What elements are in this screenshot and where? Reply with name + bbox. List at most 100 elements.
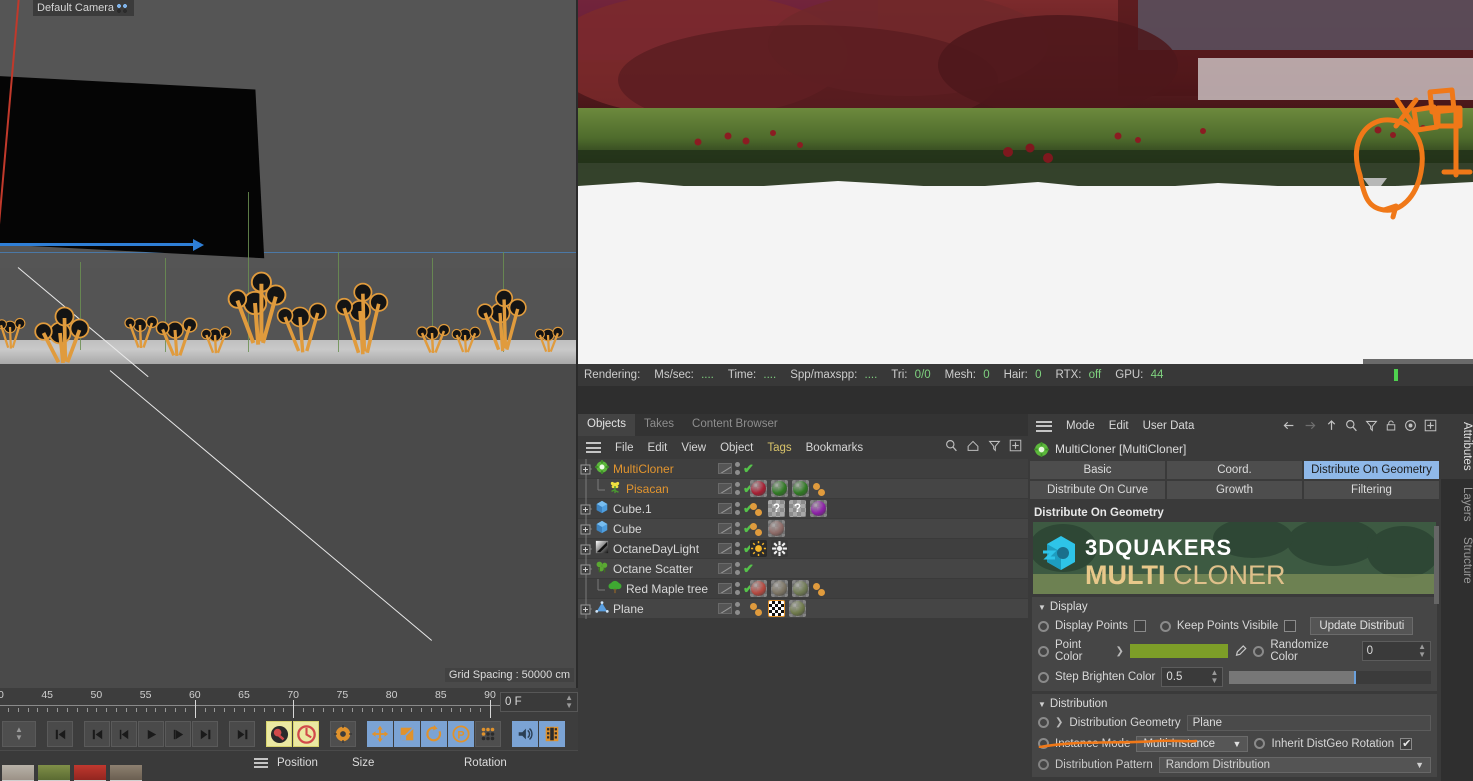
- object-name[interactable]: Red Maple tree: [608, 580, 708, 597]
- scale-key-button[interactable]: [394, 721, 420, 747]
- search-icon[interactable]: [945, 439, 958, 452]
- tab-takes[interactable]: Takes: [635, 414, 683, 436]
- object-manager-tabs[interactable]: Objects Takes Content Browser: [578, 414, 1028, 436]
- object-row-cube[interactable]: Cube ✔: [578, 519, 1028, 539]
- menu-file[interactable]: File: [615, 442, 634, 454]
- back-arrow-icon[interactable]: [1281, 419, 1296, 432]
- vertical-tab-structure[interactable]: Structure: [1441, 529, 1473, 592]
- menu-object[interactable]: Object: [720, 442, 753, 454]
- octane-render-viewport[interactable]: Rendering: Ms/sec: .... Time: .... Spp/maxs…: [578, 0, 1473, 386]
- object-visibility-controls[interactable]: ✔: [718, 519, 754, 538]
- visibility-dots[interactable]: [735, 562, 740, 575]
- object-row-multicloner[interactable]: MultiCloner ✔: [578, 459, 1028, 479]
- object-row-plane[interactable]: Plane: [578, 599, 1028, 619]
- attribute-tab-group[interactable]: Basic Coord. Distribute On Geometry Distri…: [1028, 460, 1441, 502]
- object-visibility-controls[interactable]: ✔: [718, 539, 754, 558]
- rotation-key-button[interactable]: [421, 721, 447, 747]
- layer-swatch[interactable]: [718, 463, 732, 474]
- attribute-tabs-row-1[interactable]: Basic Coord. Distribute On Geometry: [1030, 461, 1439, 479]
- lock-icon[interactable]: [1385, 419, 1397, 432]
- animate-knob-icon[interactable]: [1038, 645, 1049, 657]
- attr-tab-coord-[interactable]: Coord.: [1167, 461, 1302, 479]
- filter-icon[interactable]: [988, 439, 1001, 452]
- object-row-pisacan[interactable]: Pisacan ✔: [578, 479, 1028, 499]
- distribution-geometry-row[interactable]: ❯ Distribution Geometry Plane: [1032, 712, 1437, 733]
- material-swatch[interactable]: [789, 600, 806, 617]
- camera-icon[interactable]: [117, 3, 130, 13]
- object-row-octane-scatter[interactable]: Octane Scatter ✔: [578, 559, 1028, 579]
- object-row-octanedaylight[interactable]: OctaneDayLight ✔: [578, 539, 1028, 559]
- vertical-tab-layers[interactable]: Layers: [1441, 479, 1473, 530]
- material-manager-panel[interactable]: [0, 750, 246, 781]
- material-swatch[interactable]: [768, 520, 785, 537]
- current-frame-field[interactable]: 0 F ▲ ▼: [500, 692, 578, 712]
- menu-hamburger-icon[interactable]: [254, 758, 268, 768]
- layer-swatch[interactable]: [718, 483, 732, 494]
- menu-view[interactable]: View: [681, 442, 706, 454]
- frame-stepper[interactable]: ▲ ▼: [2, 721, 36, 747]
- black-plane-object[interactable]: [0, 73, 265, 259]
- object-tags[interactable]: [750, 599, 806, 618]
- visibility-dots[interactable]: [735, 462, 740, 475]
- tree-expander[interactable]: [578, 539, 618, 559]
- material-swatch[interactable]: [792, 480, 809, 497]
- visibility-dots[interactable]: [735, 502, 740, 515]
- distribution-pattern-dropdown[interactable]: Random Distribution ▼: [1158, 756, 1431, 773]
- display-group-header[interactable]: ▼ Display: [1032, 599, 1437, 615]
- material-thumbnails[interactable]: [2, 765, 142, 781]
- attribute-toolbar-icons[interactable]: [1281, 418, 1437, 432]
- timeline-ruler[interactable]: 4045505560657075808590: [0, 688, 578, 718]
- step-brighten-row[interactable]: Step Brighten Color 0.5 ▲ ▼: [1032, 665, 1437, 689]
- randomize-color-field[interactable]: 0 ▲ ▼: [1361, 641, 1431, 661]
- position-key-button[interactable]: [367, 721, 393, 747]
- tree-expander[interactable]: [578, 559, 618, 579]
- attribute-scrollbar[interactable]: [1433, 518, 1440, 778]
- spinner-icon[interactable]: ▲ ▼: [565, 694, 573, 710]
- go-to-start-button[interactable]: [47, 721, 73, 747]
- add-icon[interactable]: [1009, 439, 1022, 452]
- menu-bookmarks[interactable]: Bookmarks: [806, 442, 864, 454]
- tree-expander[interactable]: [578, 479, 618, 499]
- scatter-tag-icon[interactable]: [813, 581, 827, 597]
- scatter-tag-icon[interactable]: [813, 481, 827, 497]
- menu-mode[interactable]: Mode: [1066, 420, 1095, 432]
- animate-knob-icon[interactable]: [1254, 738, 1266, 749]
- update-distribution-button[interactable]: Update Distributi: [1310, 617, 1414, 635]
- object-row-cube-1[interactable]: Cube.1 ✔??: [578, 499, 1028, 519]
- chevron-down-icon[interactable]: ▼: [1415, 760, 1424, 770]
- collapse-triangle-icon[interactable]: ▼: [1038, 700, 1046, 709]
- timeline-marker[interactable]: [293, 700, 295, 718]
- go-to-end-button[interactable]: [229, 721, 255, 747]
- attr-tab-filtering[interactable]: Filtering: [1304, 481, 1439, 499]
- autokeying-button[interactable]: [293, 721, 319, 747]
- animate-knob-icon[interactable]: [1038, 717, 1049, 728]
- material-missing-icon[interactable]: ?: [768, 500, 785, 517]
- spinner-icon[interactable]: ▲ ▼: [1210, 669, 1218, 685]
- perspective-viewport[interactable]: Default Camera Grid Spacing : 50000 cm: [0, 0, 576, 688]
- instance-mode-dropdown[interactable]: Multi-Instance ▼: [1136, 735, 1249, 752]
- step-back-button[interactable]: [111, 721, 137, 747]
- tree-expander[interactable]: [578, 459, 618, 479]
- animate-knob-icon[interactable]: [1253, 645, 1265, 657]
- point-color-swatch[interactable]: [1129, 644, 1228, 658]
- distribution-pattern-row[interactable]: Distribution Pattern Random Distribution…: [1032, 754, 1437, 775]
- material-swatch[interactable]: [750, 580, 767, 597]
- record-icon[interactable]: [1404, 419, 1417, 432]
- visibility-dots[interactable]: [735, 602, 740, 615]
- object-visibility-controls[interactable]: ✔: [718, 559, 754, 578]
- collapse-triangle-icon[interactable]: ▼: [1038, 603, 1046, 612]
- camera-label[interactable]: Default Camera: [33, 0, 135, 16]
- tab-content-browser[interactable]: Content Browser: [683, 414, 787, 436]
- eyedropper-icon[interactable]: [1234, 644, 1247, 658]
- add-icon[interactable]: [1424, 419, 1437, 432]
- layer-swatch[interactable]: [718, 563, 732, 574]
- layer-swatch[interactable]: [718, 503, 732, 514]
- attribute-manager-menubar[interactable]: Mode Edit User Data: [1028, 414, 1441, 438]
- object-tags[interactable]: [750, 539, 788, 558]
- object-visibility-controls[interactable]: ✔: [718, 579, 754, 598]
- attr-tab-distribute-on-geometry[interactable]: Distribute On Geometry: [1304, 461, 1439, 479]
- param-key-button[interactable]: P: [448, 721, 474, 747]
- object-manager-panel[interactable]: Objects Takes Content Browser File Edit View…: [578, 414, 1028, 781]
- expand-chevron-icon[interactable]: ❯: [1116, 646, 1124, 657]
- object-manager-menubar[interactable]: File Edit View Object Tags Bookmarks: [578, 436, 1028, 459]
